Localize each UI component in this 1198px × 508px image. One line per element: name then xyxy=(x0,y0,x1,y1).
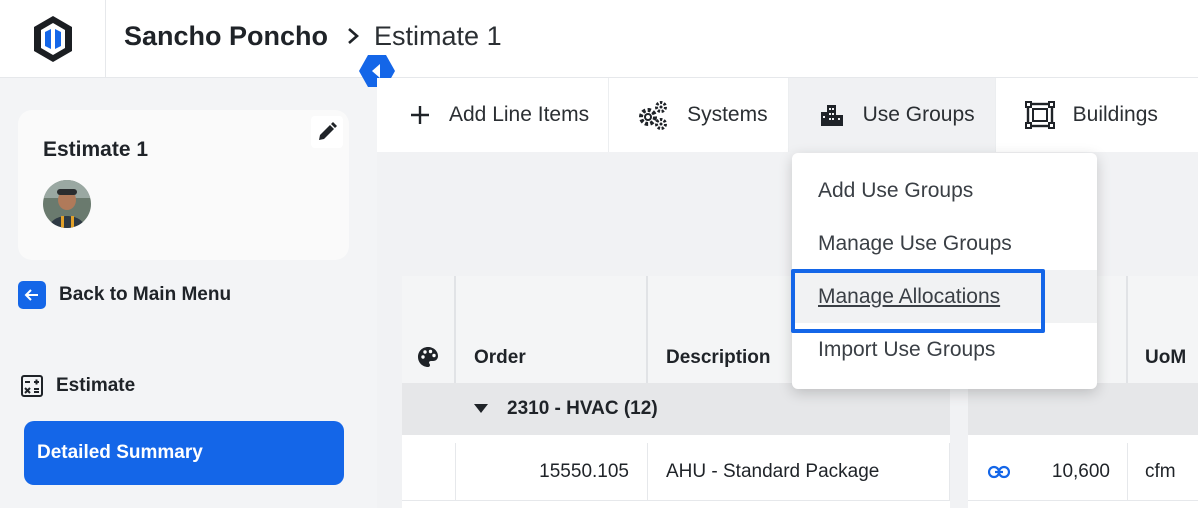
buildings-button[interactable]: Buildings xyxy=(996,78,1178,152)
estimate-card: Estimate 1 xyxy=(18,110,349,260)
breadcrumb-current: Estimate 1 xyxy=(374,20,502,51)
group-label: 2310 - HVAC (12) xyxy=(507,398,658,419)
back-to-main-menu-link[interactable]: Back to Main Menu xyxy=(18,281,231,309)
sidebar: Estimate 1 Back to Main Menu Estimate De… xyxy=(0,78,377,508)
systems-label: Systems xyxy=(687,103,768,126)
edit-button[interactable] xyxy=(311,116,343,148)
add-line-items-button[interactable]: Add Line Items xyxy=(377,78,610,152)
app-logo[interactable] xyxy=(0,0,106,78)
use-groups-label: Use Groups xyxy=(862,103,975,126)
building-frame-icon xyxy=(1024,101,1055,129)
estimate-section-header: Estimate xyxy=(20,374,135,398)
order-cell: 15550.105 xyxy=(456,443,648,501)
palette-icon xyxy=(418,347,438,367)
menu-item-label: Import Use Groups xyxy=(818,337,996,361)
plus-icon xyxy=(409,104,431,126)
pencil-icon xyxy=(319,122,337,140)
gears-icon xyxy=(637,100,669,130)
section-label: Estimate xyxy=(56,375,136,396)
back-label: Back to Main Menu xyxy=(59,284,232,305)
quantity-value: 10,600 xyxy=(1051,461,1110,482)
link-icon[interactable] xyxy=(988,465,1010,479)
calculator-icon xyxy=(21,375,43,397)
description-cell: AHU - Standard Package xyxy=(648,443,950,501)
use-groups-dropdown: Add Use Groups Manage Use Groups Manage … xyxy=(791,153,1097,389)
menu-item-label: Manage Use Groups xyxy=(818,231,1012,255)
breadcrumb-project[interactable]: Sancho Poncho xyxy=(124,21,328,52)
top-header: Sancho Poncho Estimate 1 xyxy=(0,0,1198,78)
uom-cell: cfm xyxy=(1145,461,1176,482)
arrow-left-icon xyxy=(18,281,46,309)
menu-item-manage-use-groups[interactable]: Manage Use Groups xyxy=(792,217,1097,270)
buildings-label: Buildings xyxy=(1072,103,1158,126)
quantity-cell: 10,600 xyxy=(968,443,1128,501)
systems-button[interactable]: Systems xyxy=(609,78,789,152)
column-divider xyxy=(950,383,968,508)
menu-item-import-use-groups[interactable]: Import Use Groups xyxy=(792,323,1097,376)
add-line-items-label: Add Line Items xyxy=(449,103,590,126)
menu-item-manage-allocations[interactable]: Manage Allocations xyxy=(791,269,1097,333)
menu-item-label: Add Use Groups xyxy=(818,178,974,202)
order-column-header[interactable]: Order xyxy=(456,276,648,383)
uom-column-header[interactable]: UoM xyxy=(1128,276,1198,383)
toolbar: Add Line Items Systems Use Groups Buildi… xyxy=(377,78,1198,152)
group-row[interactable]: 2310 - HVAC (12) xyxy=(402,383,1198,435)
palette-column-header[interactable] xyxy=(402,276,456,383)
use-groups-button[interactable]: Use Groups xyxy=(788,78,996,152)
nav-item-detailed-summary[interactable]: Detailed Summary xyxy=(24,421,344,485)
city-icon xyxy=(819,102,845,128)
logo-icon xyxy=(33,16,72,62)
row-palette-cell xyxy=(402,443,456,501)
breadcrumb: Sancho Poncho Estimate 1 xyxy=(124,0,502,72)
table-row[interactable]: 15550.105 AHU - Standard Package 10,600 … xyxy=(402,443,1198,501)
estimate-title: Estimate 1 xyxy=(43,138,149,161)
caret-down-icon[interactable] xyxy=(474,404,488,414)
chevron-right-icon xyxy=(346,26,360,46)
menu-item-label: Manage Allocations xyxy=(818,284,1001,308)
avatar[interactable] xyxy=(43,180,91,228)
menu-item-add-use-groups[interactable]: Add Use Groups xyxy=(792,164,1097,217)
